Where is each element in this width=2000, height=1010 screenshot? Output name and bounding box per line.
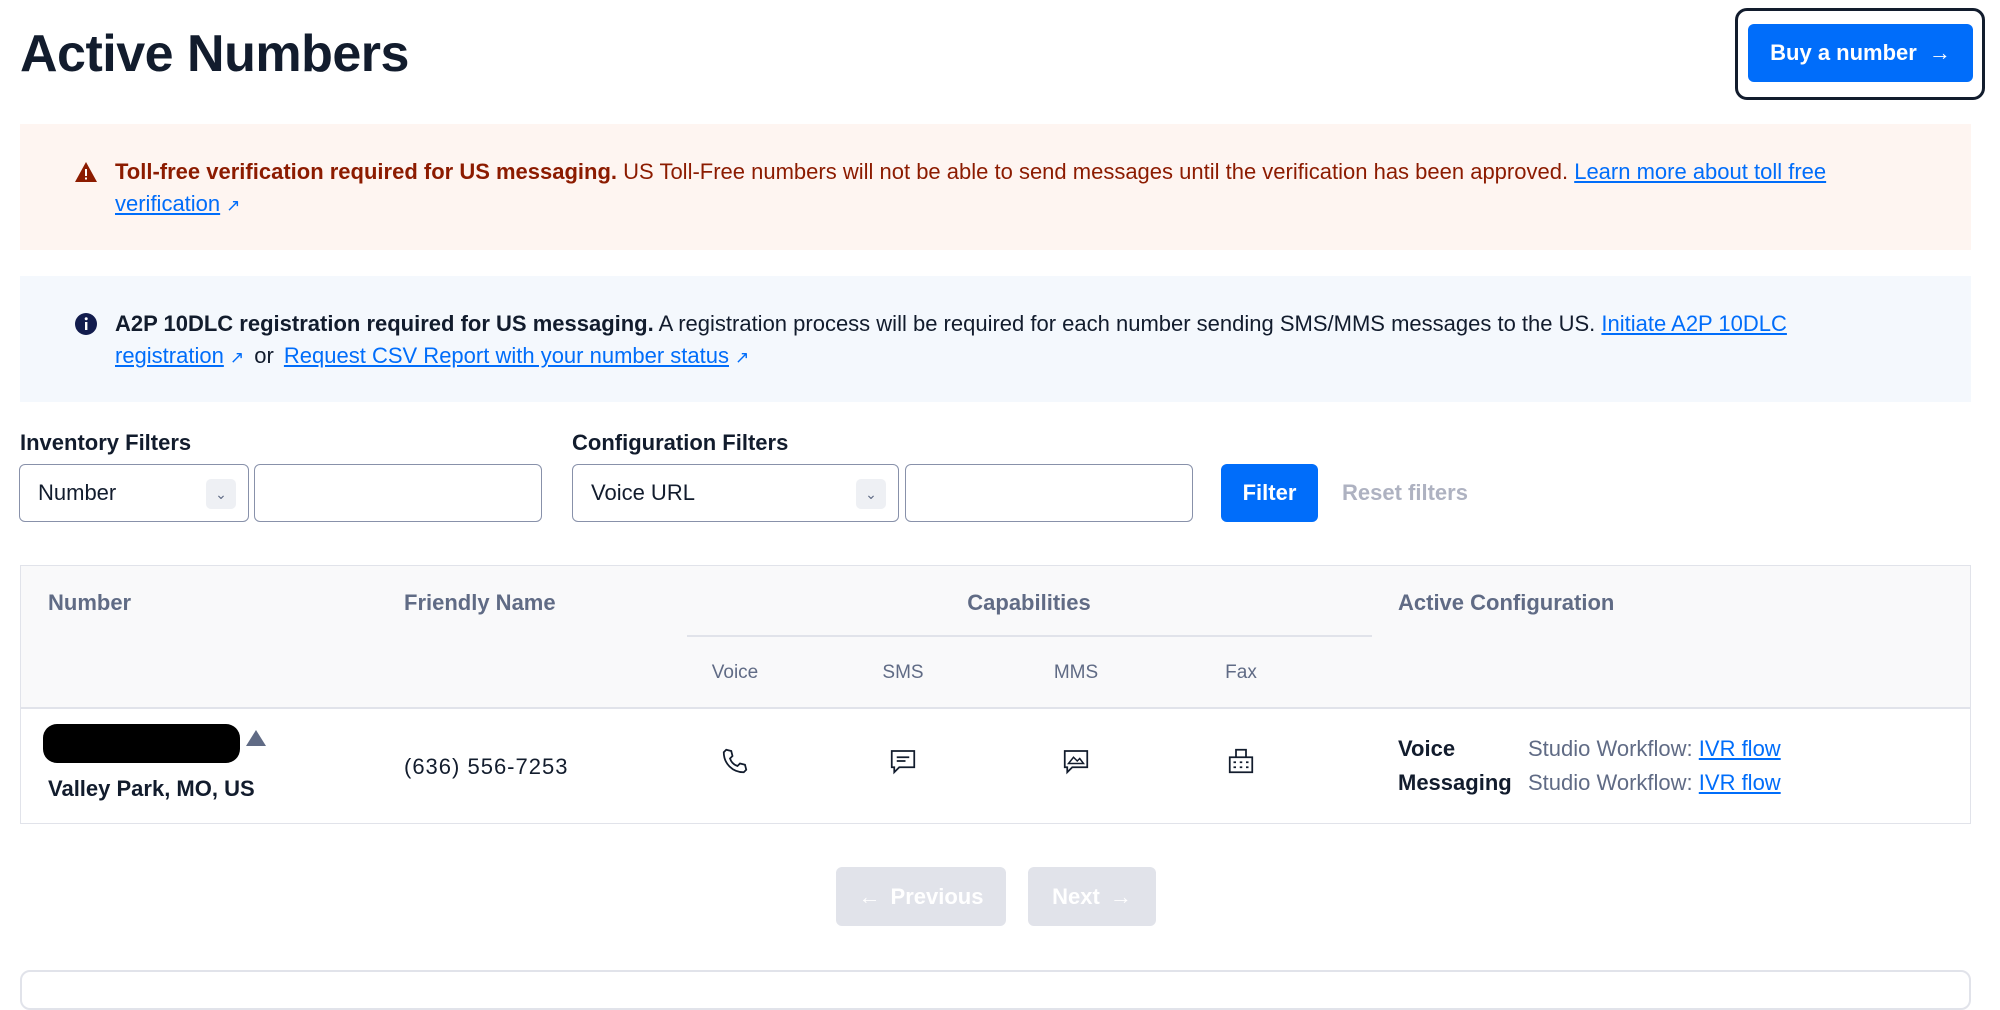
sms-icon [890,750,916,775]
config-select-value: Voice URL [591,480,695,505]
external-link-icon: ↗ [229,348,245,367]
header-number[interactable]: Number [48,590,131,616]
header-sms: SMS [882,662,924,683]
request-csv-link[interactable]: Request CSV Report with your number stat… [284,343,729,368]
info-icon [75,313,97,335]
config-messaging-value: Studio Workflow: IVR flow [1528,770,1781,796]
inventory-filter-select[interactable]: Number ⌄ [19,464,249,522]
info-title: A2P 10DLC registration required for US m… [115,311,654,336]
external-link-icon: ↗ [226,196,241,215]
messaging-ivr-flow-link[interactable]: IVR flow [1699,770,1781,795]
external-link-icon: ↗ [735,348,750,367]
next-label: Next [1052,883,1100,909]
configuration-filter-select[interactable]: Voice URL ⌄ [572,464,899,522]
mms-icon [1063,750,1089,775]
config-voice-value: Studio Workflow: IVR flow [1528,736,1781,762]
configuration-filters-label: Configuration Filters [572,430,789,455]
config-messaging-prefix: Studio Workflow: [1528,770,1693,795]
toll-free-warning-banner: Toll-free verification required for US m… [20,124,1971,250]
table-header: Number Friendly Name Capabilities Voice … [21,566,1970,709]
warning-text: US Toll-Free numbers will not be able to… [623,159,1569,184]
inventory-filters-label: Inventory Filters [20,430,192,455]
arrow-right-icon: → [1109,883,1132,909]
header-active-configuration: Active Configuration [1398,590,1615,615]
number-location: Valley Park, MO, US [48,776,255,801]
config-type-messaging: Messaging [1398,770,1512,795]
header-mms: MMS [1053,662,1099,683]
config-voice-prefix: Studio Workflow: [1528,736,1693,761]
numbers-table: Number Friendly Name Capabilities Voice … [20,565,1971,824]
buy-number-label: Buy a number [1770,40,1917,65]
next-page-button[interactable]: Next → [1028,867,1156,926]
or-text: or [254,343,274,368]
reset-filters-button[interactable]: Reset filters [1342,480,1468,506]
header-fax: Fax [1225,662,1257,683]
header-capabilities: Capabilities [967,590,1091,615]
filter-button[interactable]: Filter [1221,464,1318,522]
previous-label: Previous [890,883,984,909]
inventory-select-value: Number [38,480,117,505]
capabilities-divider [687,635,1372,637]
bottom-card [20,970,1971,1010]
inventory-filter-input[interactable] [254,464,542,522]
friendly-name: (636) 556-7253 [404,754,569,779]
chevron-down-icon: ⌄ [856,479,886,509]
fax-icon [1228,748,1254,774]
redacted-number[interactable] [43,724,240,763]
warning-triangle-icon [246,730,266,746]
info-text: A registration process will be required … [658,311,1596,336]
a2p-info-banner: A2P 10DLC registration required for US m… [20,276,1971,402]
buy-number-button[interactable]: Buy a number → [1748,24,1973,82]
page-title: Active Numbers [20,25,409,83]
chevron-down-icon: ⌄ [206,479,236,509]
voice-ivr-flow-link[interactable]: IVR flow [1699,736,1781,761]
header-voice: Voice [711,662,759,683]
warning-icon [75,162,97,182]
header-friendly-name: Friendly Name [404,590,556,615]
config-type-voice: Voice [1398,736,1456,761]
phone-icon [722,748,748,774]
warning-title: Toll-free verification required for US m… [115,159,618,184]
arrow-left-icon: ← [858,883,881,909]
previous-page-button[interactable]: ← Previous [836,867,1006,926]
arrow-right-icon: → [1928,40,1951,65]
configuration-filter-input[interactable] [905,464,1193,522]
